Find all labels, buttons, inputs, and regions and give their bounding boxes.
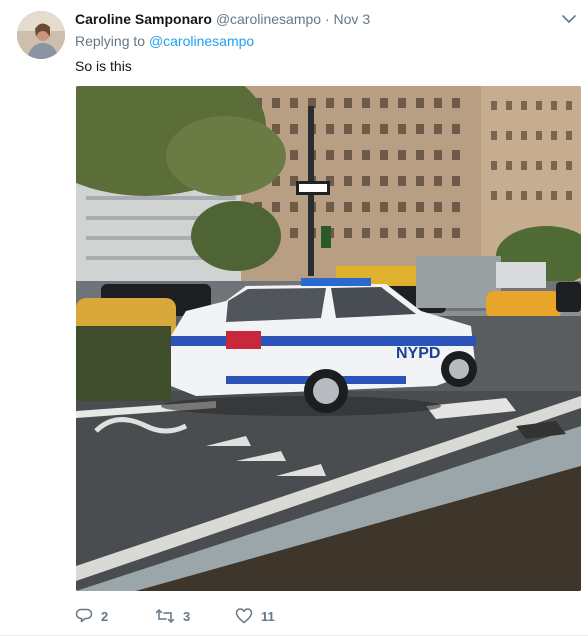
retweet-icon	[155, 607, 175, 625]
tweet-text: So is this	[75, 58, 132, 74]
nypd-car-photo: NYPD	[76, 86, 581, 591]
tweet[interactable]: Caroline Samponaro @carolinesampo · Nov …	[0, 0, 588, 636]
chevron-down-icon[interactable]	[560, 10, 578, 28]
separator-dot: ·	[324, 11, 330, 27]
reply-bubble-icon	[75, 607, 93, 625]
reply-context: Replying to @carolinesampo	[75, 32, 254, 50]
reply-button[interactable]: 2	[75, 607, 155, 625]
tweet-photo[interactable]: NYPD	[76, 86, 581, 591]
svg-text:NYPD: NYPD	[396, 345, 440, 362]
avatar-image	[17, 11, 65, 59]
tweet-header: Caroline Samponaro @carolinesampo · Nov …	[75, 10, 548, 28]
fullname[interactable]: Caroline Samponaro	[75, 11, 212, 27]
like-button[interactable]: 11	[235, 607, 315, 625]
retweet-count: 3	[183, 608, 191, 624]
like-count: 11	[261, 608, 275, 624]
retweet-button[interactable]: 3	[155, 607, 235, 625]
heart-icon	[235, 607, 253, 625]
tweet-actions: 2 3 11	[75, 604, 315, 628]
username[interactable]: @carolinesampo	[216, 11, 321, 27]
reply-prefix: Replying to	[75, 33, 146, 49]
reply-to-link[interactable]: @carolinesampo	[149, 33, 254, 49]
timestamp[interactable]: Nov 3	[334, 11, 371, 27]
avatar[interactable]	[17, 11, 65, 59]
reply-count: 2	[101, 608, 109, 624]
